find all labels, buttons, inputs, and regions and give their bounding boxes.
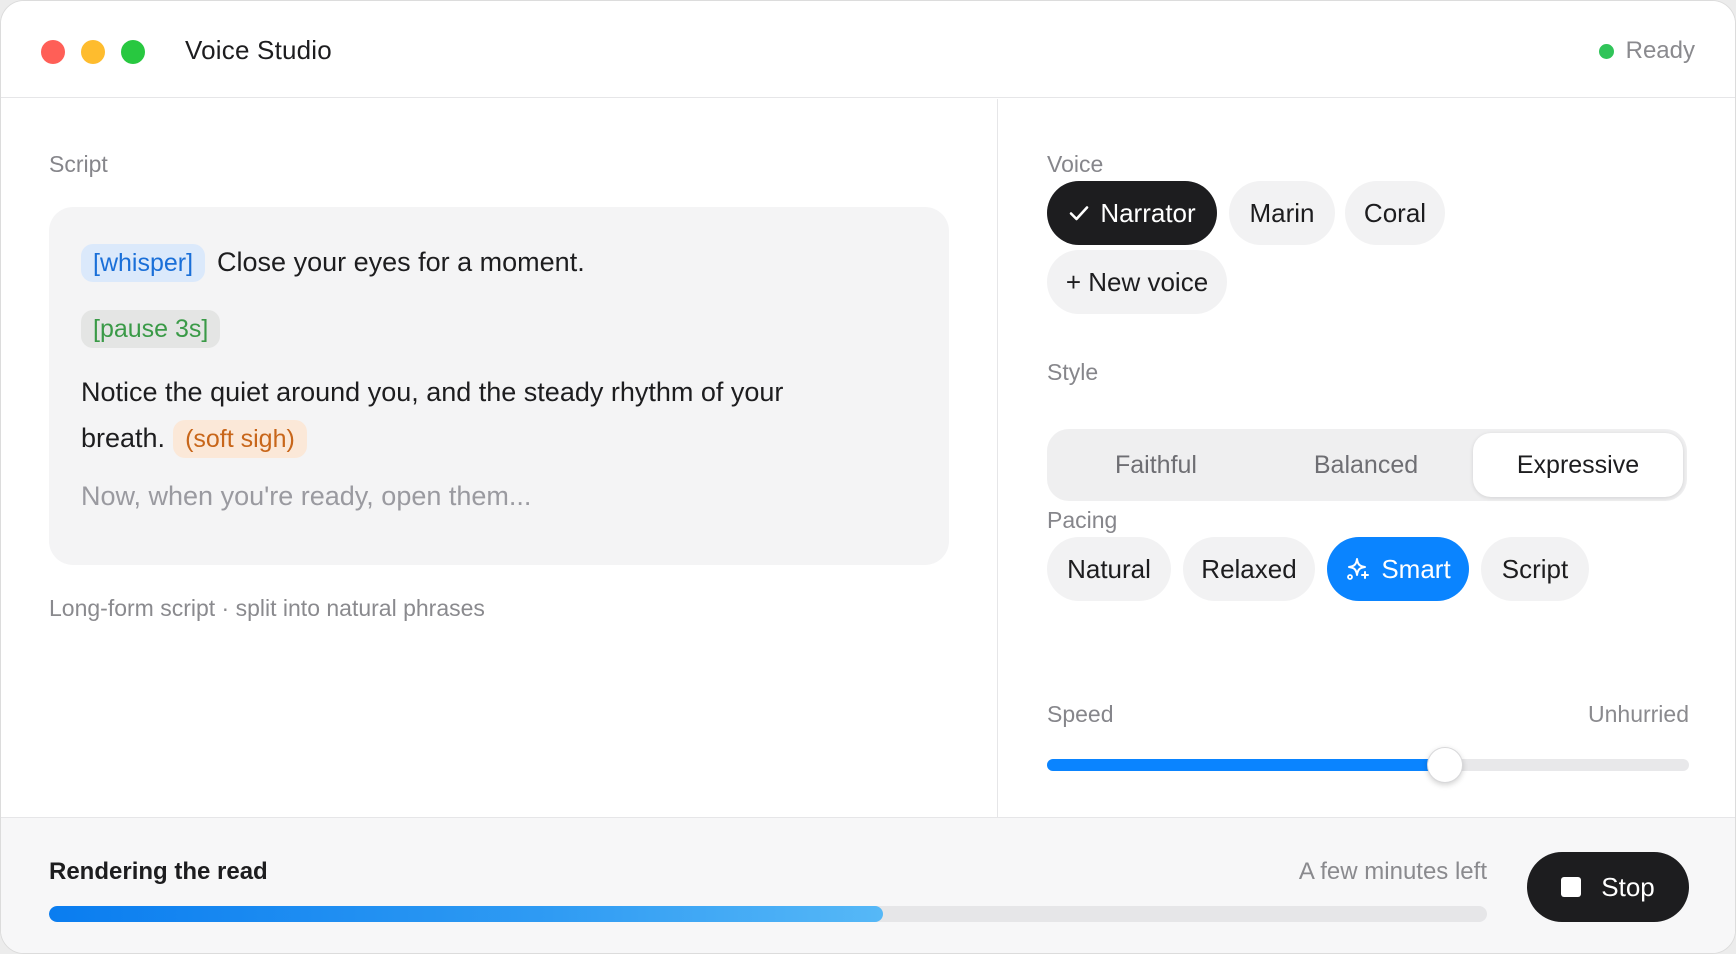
voice-label: Voice <box>1047 151 1104 177</box>
pacing-option-label: Script <box>1501 553 1569 584</box>
render-progress-bar <box>49 906 1487 922</box>
voice-option-label: Marin <box>1249 197 1315 228</box>
render-eta: A few minutes left <box>1298 858 1487 885</box>
render-bar: Rendering the read A few minutes left St… <box>1 817 1735 953</box>
voice-option-marin[interactable]: Marin <box>1229 181 1335 245</box>
stop-icon <box>1561 877 1582 897</box>
pacing-option-label: Natural <box>1067 553 1151 584</box>
script-line-pending: Now, when you're ready, open them... <box>81 481 532 511</box>
pacing-option-relaxed[interactable]: Relaxed <box>1183 537 1315 601</box>
speed-slider-thumb[interactable] <box>1427 747 1464 783</box>
script-editor[interactable]: [whisper] Close your eyes for a moment. [… <box>49 207 949 565</box>
script-line: [pause 3s] <box>81 305 917 351</box>
status-dot-icon <box>1598 43 1614 59</box>
style-option-balanced[interactable]: Balanced <box>1261 433 1471 497</box>
soft-sigh-tag[interactable]: (soft sigh) <box>173 420 307 458</box>
pacing-option-label: Relaxed <box>1201 553 1297 584</box>
script-text: breath. <box>81 423 166 453</box>
app-title: Voice Studio <box>185 35 332 65</box>
pause-tag[interactable]: [pause 3s] <box>81 310 221 348</box>
close-window-button[interactable] <box>41 40 65 64</box>
pacing-label: Pacing <box>1047 507 1118 533</box>
style-option-faithful[interactable]: Faithful <box>1051 433 1261 497</box>
status-indicator: Ready <box>1598 37 1695 65</box>
script-panel: Script [whisper] Close your eyes for a mo… <box>1 99 998 817</box>
pacing-option-natural[interactable]: Natural <box>1047 537 1171 601</box>
check-icon <box>1068 202 1090 224</box>
new-voice-label: + New voice <box>1065 266 1209 297</box>
speed-slider[interactable] <box>1047 747 1689 783</box>
render-title: Rendering the read <box>49 858 268 885</box>
new-voice-button[interactable]: + New voice <box>1047 250 1227 314</box>
script-label: Script <box>49 151 108 177</box>
pacing-option-smart[interactable]: Smart <box>1327 537 1469 601</box>
style-option-expressive[interactable]: Expressive <box>1473 433 1683 497</box>
script-text: Notice the quiet around you, and the ste… <box>81 377 784 407</box>
script-line: Notice the quiet around you, and the ste… <box>81 369 917 461</box>
settings-panel: Voice Narrator Marin Coral + New voice S… <box>999 99 1735 817</box>
style-label: Style <box>1047 359 1099 385</box>
render-progress-fill <box>49 906 884 922</box>
pacing-option-script[interactable]: Script <box>1481 537 1589 601</box>
stop-label: Stop <box>1601 871 1655 902</box>
script-text: Close your eyes for a moment. <box>217 247 585 277</box>
voice-option-label: Narrator <box>1100 197 1196 228</box>
status-text: Ready <box>1625 37 1695 64</box>
voice-studio-window: Voice Studio Ready Script [whisper] Close… <box>0 0 1736 954</box>
voice-option-label: Coral <box>1363 197 1427 228</box>
stop-button[interactable]: Stop <box>1527 852 1689 922</box>
whisper-tag[interactable]: [whisper] <box>81 244 206 282</box>
sparkle-icon <box>1345 556 1371 582</box>
title-bar: Voice Studio Ready <box>1 1 1735 98</box>
pacing-option-label: Smart <box>1381 553 1451 584</box>
speed-slider-fill <box>1047 759 1446 771</box>
minimize-window-button[interactable] <box>81 40 105 64</box>
speed-label: Speed <box>1047 701 1114 727</box>
speed-value-label: Unhurried <box>1588 701 1689 727</box>
script-caption: Long-form script · split into natural ph… <box>49 595 485 621</box>
voice-option-coral[interactable]: Coral <box>1345 181 1445 245</box>
voice-option-narrator[interactable]: Narrator <box>1047 181 1217 245</box>
script-line: [whisper] Close your eyes for a moment. <box>81 239 917 285</box>
style-segmented-control: Faithful Balanced Expressive <box>1047 429 1687 501</box>
zoom-window-button[interactable] <box>121 40 145 64</box>
